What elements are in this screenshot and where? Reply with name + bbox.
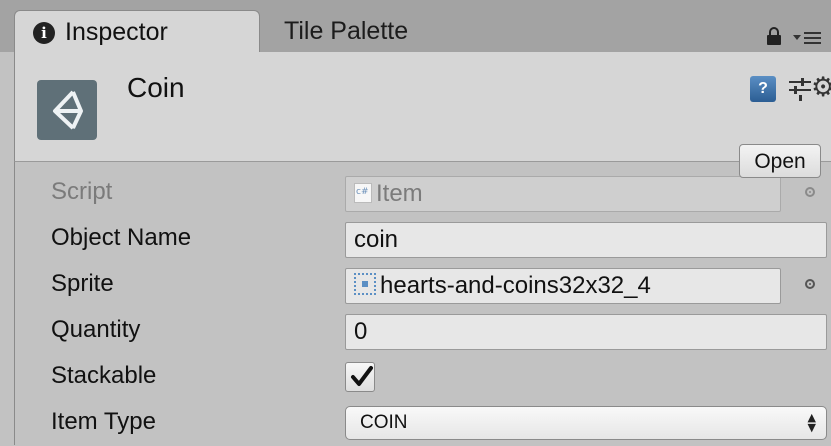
item-type-dropdown[interactable]: COIN ▲ ▼ [345,406,827,440]
stackable-label: Stackable [51,362,157,389]
sprite-value: hearts-and-coins32x32_4 [380,272,651,299]
property-row-item-type: Item Type COIN ▲ ▼ [15,400,831,446]
properties-list: Script Item Object Name coin Sprite hear… [14,162,831,445]
gear-icon[interactable]: ⚙ [811,72,831,103]
property-row-script: Script Item [15,170,831,216]
open-button[interactable]: Open [739,144,821,178]
property-row-object-name: Object Name coin [15,216,831,262]
object-name-label: Object Name [51,224,192,251]
script-field: Item [345,176,781,212]
property-row-quantity: Quantity 0 [15,308,831,354]
stackable-checkbox[interactable] [345,362,375,392]
sprite-label: Sprite [51,270,114,297]
quantity-input[interactable]: 0 [345,314,827,350]
item-type-value: COIN [360,412,408,433]
info-icon: i [33,22,55,44]
tab-inspector-label: Inspector [65,18,168,46]
sprite-field[interactable]: hearts-and-coins32x32_4 [345,268,781,304]
object-name-input[interactable]: coin [345,222,827,258]
inspector-window: i Inspector Tile Palette Coin ? ⚙ Open S… [0,0,831,445]
quantity-label: Quantity [51,316,141,343]
property-row-stackable: Stackable [15,354,831,400]
object-picker-icon [805,187,815,197]
tab-bar: i Inspector Tile Palette [0,0,831,52]
item-type-label: Item Type [51,408,156,435]
script-value: Item [376,180,423,207]
dropdown-arrows-icon: ▲ ▼ [807,410,816,434]
checkmark-icon [351,366,373,386]
tab-tile-palette[interactable]: Tile Palette [270,10,500,52]
panel-menu-icon[interactable] [792,28,822,46]
object-picker-icon[interactable] [805,279,815,289]
script-label: Script [51,178,113,205]
unity-logo-icon [37,80,97,140]
object-title: Coin [127,72,185,103]
sprite-icon [354,273,376,295]
script-icon [354,183,372,203]
tab-tile-palette-label: Tile Palette [284,17,409,45]
tab-inspector[interactable]: i Inspector [14,10,260,52]
lock-icon[interactable] [766,26,782,46]
inspector-header: Coin ? ⚙ Open [14,52,831,178]
property-row-sprite: Sprite hearts-and-coins32x32_4 [15,262,831,308]
help-icon[interactable]: ? [750,76,776,102]
presets-icon[interactable] [787,76,813,102]
